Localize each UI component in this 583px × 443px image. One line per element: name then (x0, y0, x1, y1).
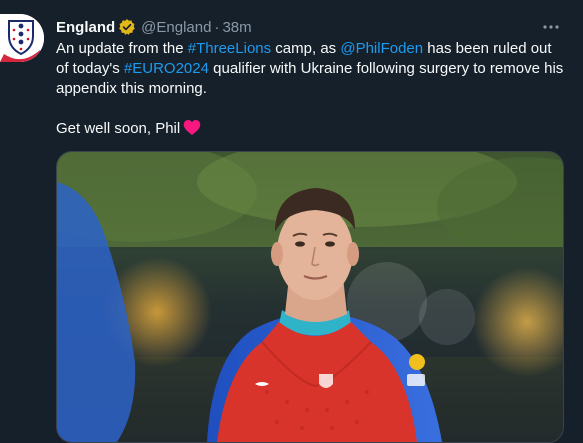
tweet-header: England @England · 38m (56, 17, 252, 37)
tweet-text-part: An update from the (56, 40, 188, 57)
get-well-text: Get well soon, Phil (56, 120, 181, 137)
more-horizontal-icon[interactable] (539, 17, 563, 37)
gold-verified-badge-icon[interactable] (118, 18, 136, 36)
avatar[interactable] (0, 14, 44, 62)
timestamp[interactable]: 38m (222, 19, 251, 36)
tweet-text-part: camp, as (271, 40, 341, 57)
hashtag-threelions-link[interactable]: #ThreeLions (188, 40, 271, 57)
three-lions-crest-icon (0, 14, 44, 62)
tweet-media-photo[interactable] (56, 151, 564, 443)
red-heart-icon (183, 119, 201, 142)
tweet[interactable]: England @England · 38m An update from th… (0, 0, 583, 443)
player-training-photo (57, 152, 563, 442)
mention-philfoden-link[interactable]: @PhilFoden (340, 40, 423, 57)
separator-dot: · (214, 18, 220, 36)
author-name[interactable]: England (56, 19, 115, 36)
author-handle[interactable]: @England (141, 19, 211, 36)
hashtag-euro2024-link[interactable]: #EURO2024 (124, 60, 209, 77)
tweet-text: An update from the #ThreeLions camp, as … (56, 39, 568, 142)
